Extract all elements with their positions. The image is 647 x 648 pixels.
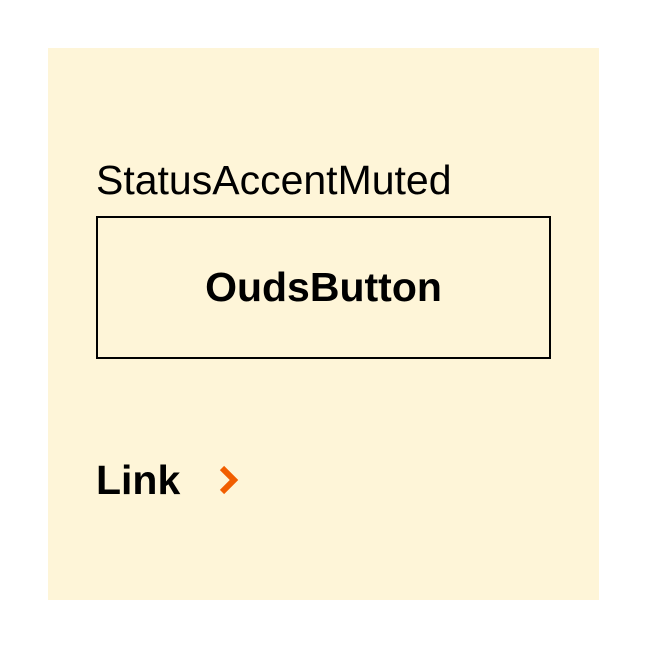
link-label: Link (96, 457, 181, 503)
link[interactable]: Link (96, 452, 240, 508)
ouds-button-label: OudsButton (205, 264, 442, 310)
status-accent-muted-panel: StatusAccentMuted OudsButton Link (48, 48, 599, 600)
panel-title: StatusAccentMuted (96, 157, 452, 203)
chevron-right-icon (216, 460, 240, 500)
ouds-button[interactable]: OudsButton (96, 216, 551, 359)
